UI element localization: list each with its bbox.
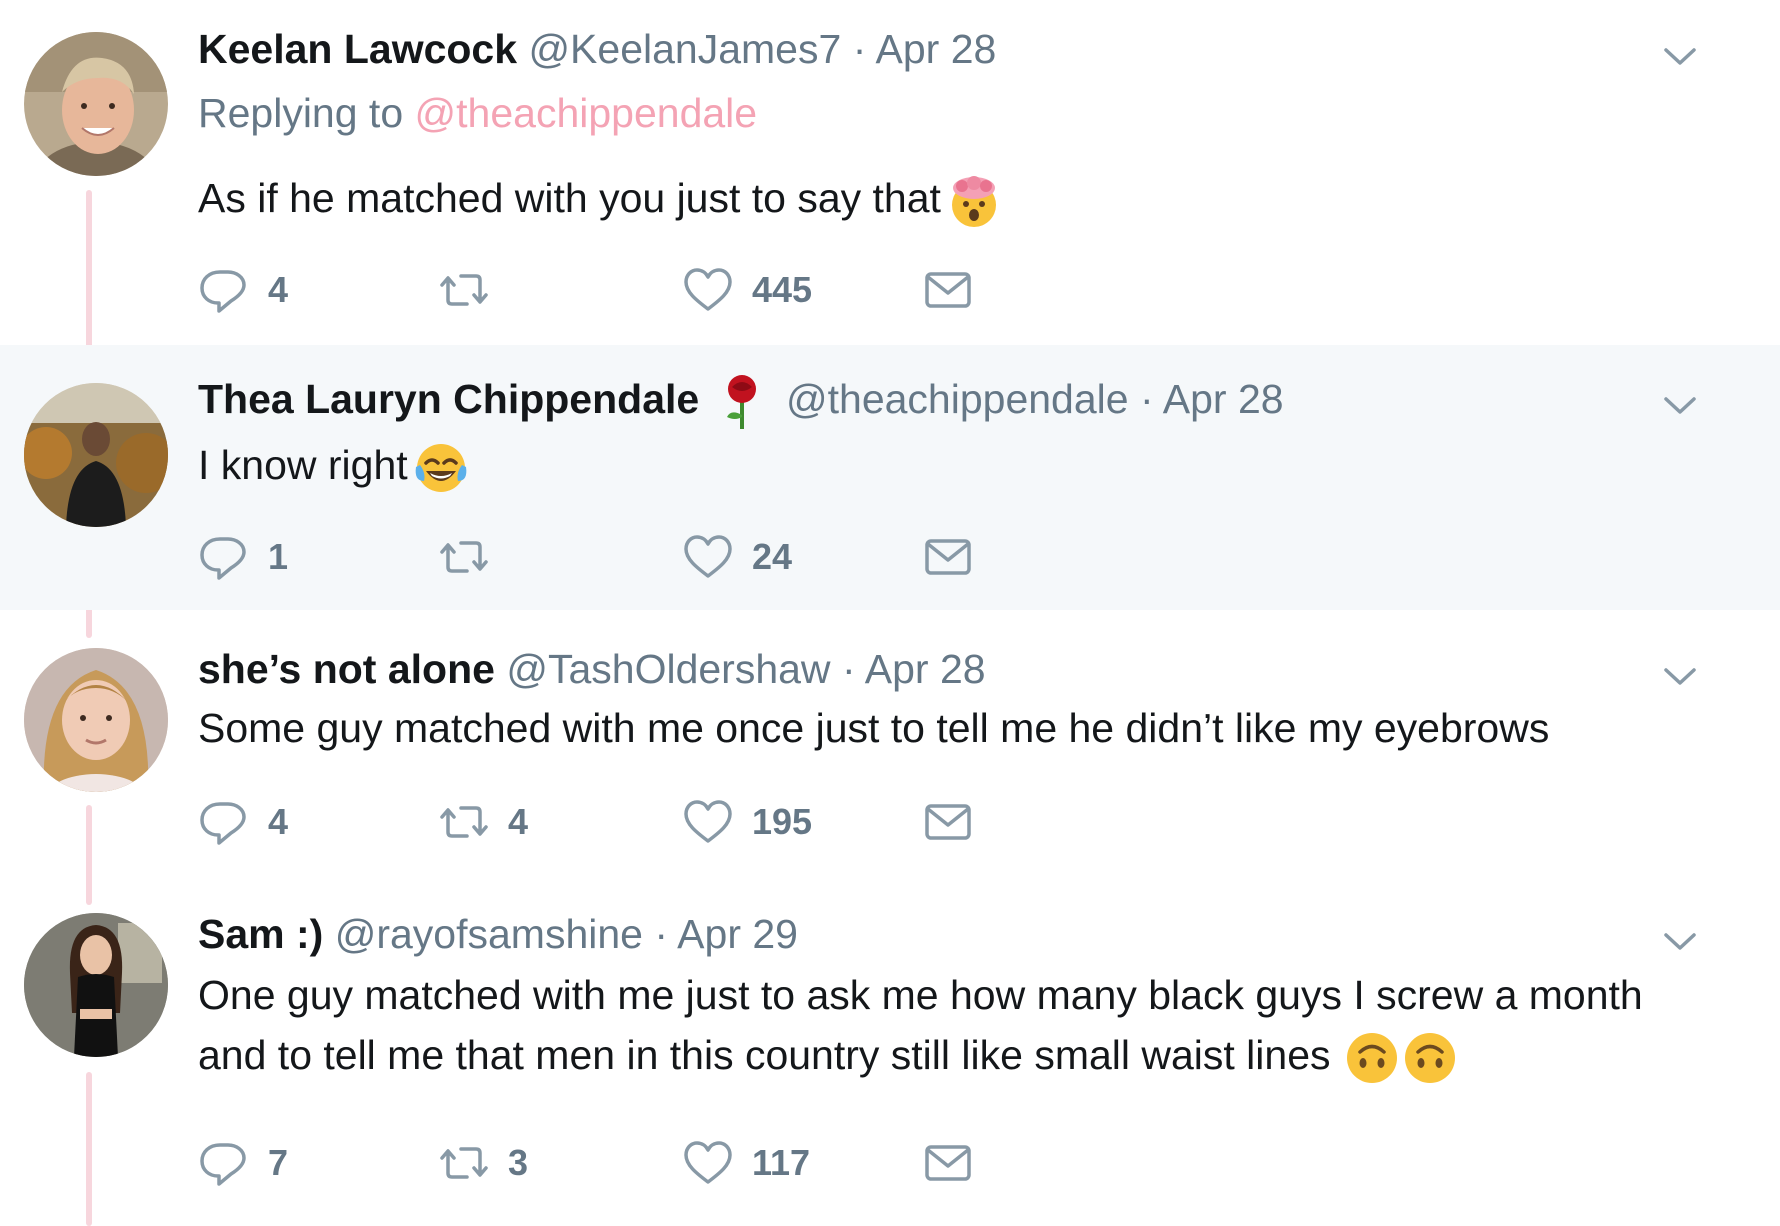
tweet-date[interactable]: Apr 29 <box>677 911 798 957</box>
separator-dot: · <box>1139 375 1154 422</box>
mention-link[interactable]: @theachippendale <box>415 90 758 136</box>
retweet-button[interactable] <box>438 262 490 318</box>
tweet-header: Thea Lauryn Chippendale @theachippendale… <box>198 375 1284 429</box>
tears-of-joy-emoji <box>414 441 468 495</box>
like-button[interactable]: 445 <box>682 262 812 318</box>
direct-message-button[interactable] <box>922 262 974 318</box>
tweet-text-content: As if he matched with you just to say th… <box>198 175 941 221</box>
tweet-text: Some guy matched with me once just to te… <box>198 698 1549 758</box>
avatar[interactable] <box>24 383 168 527</box>
reply-icon <box>198 531 250 583</box>
retweet-icon <box>438 531 490 583</box>
tweet-text-line: and to tell me that men in this country … <box>198 1025 1643 1085</box>
upside-down-face-emoji <box>1403 1031 1457 1085</box>
display-name[interactable]: Sam :) <box>198 911 323 957</box>
reply-button[interactable]: 7 <box>198 1135 288 1191</box>
user-handle[interactable]: @KeelanJames7 <box>528 26 841 72</box>
like-button[interactable]: 117 <box>682 1135 810 1191</box>
exploding-head-emoji <box>947 174 1001 228</box>
tweet-text: I know right <box>198 435 468 495</box>
like-count: 117 <box>752 1142 811 1183</box>
tweet-text-content: and to tell me that men in this country … <box>198 1032 1331 1078</box>
retweet-icon <box>438 1137 490 1189</box>
heart-icon <box>682 796 734 848</box>
retweet-icon <box>438 796 490 848</box>
direct-message-button[interactable] <box>922 794 974 850</box>
user-handle[interactable]: @rayofsamshine <box>335 911 643 957</box>
retweet-count: 3 <box>508 1142 529 1183</box>
tweet-header: Keelan Lawcock @KeelanJames7 · Apr 28 <box>198 26 996 73</box>
retweet-button[interactable] <box>438 529 490 585</box>
separator-dot: · <box>654 911 669 957</box>
mail-icon <box>922 531 974 583</box>
direct-message-button[interactable] <box>922 1135 974 1191</box>
separator-dot: · <box>841 646 856 692</box>
tweet-text: One guy matched with me just to ask me h… <box>198 965 1643 1085</box>
upside-down-face-emoji <box>1345 1031 1399 1085</box>
tweet-actions: 4 4 195 <box>198 794 1198 850</box>
like-count: 195 <box>752 801 813 842</box>
chevron-down-icon[interactable] <box>1660 385 1700 425</box>
reply-icon <box>198 796 250 848</box>
tweet-text-line: One guy matched with me just to ask me h… <box>198 972 1643 1018</box>
retweet-button[interactable]: 3 <box>438 1135 528 1191</box>
tweet-header: Sam :) @rayofsamshine · Apr 29 <box>198 911 798 958</box>
tweet-text-content: Some guy matched with me once just to te… <box>198 705 1550 751</box>
display-name[interactable]: Keelan Lawcock <box>198 26 517 72</box>
tweet[interactable]: Sam :) @rayofsamshine · Apr 29 One guy m… <box>0 875 1780 1226</box>
tweet-date[interactable]: Apr 28 <box>865 646 986 692</box>
direct-message-button[interactable] <box>922 529 974 585</box>
tweet-text-content: I know right <box>198 442 408 488</box>
display-name[interactable]: Thea Lauryn Chippendale <box>198 376 699 422</box>
heart-icon <box>682 264 734 316</box>
tweet[interactable]: she’s not alone @TashOldershaw · Apr 28 … <box>0 610 1780 875</box>
reply-count: 4 <box>268 269 289 310</box>
replying-to-label: Replying to <box>198 90 404 136</box>
reply-button[interactable]: 4 <box>198 262 288 318</box>
avatar[interactable] <box>24 648 168 792</box>
avatar[interactable] <box>24 32 168 176</box>
tweet[interactable]: Thea Lauryn Chippendale @theachippendale… <box>0 345 1780 610</box>
separator-dot: · <box>852 26 867 72</box>
mail-icon <box>922 264 974 316</box>
like-count: 24 <box>752 536 793 577</box>
retweet-icon <box>438 264 490 316</box>
user-handle[interactable]: @theachippendale <box>786 376 1129 422</box>
tweet-actions: 1 24 <box>198 529 1198 585</box>
like-count: 445 <box>752 269 813 310</box>
chevron-down-icon[interactable] <box>1660 921 1700 961</box>
chevron-down-icon[interactable] <box>1660 36 1700 76</box>
avatar[interactable] <box>24 913 168 1057</box>
user-handle[interactable]: @TashOldershaw <box>506 646 830 692</box>
replying-to: Replying to @theachippendale <box>198 90 757 137</box>
like-button[interactable]: 24 <box>682 529 792 585</box>
tweet[interactable]: Keelan Lawcock @KeelanJames7 · Apr 28 Re… <box>0 0 1780 345</box>
rose-emoji <box>719 375 765 429</box>
tweet-date[interactable]: Apr 28 <box>876 26 997 72</box>
mail-icon <box>922 796 974 848</box>
retweet-count: 4 <box>508 801 529 842</box>
tweet-text: As if he matched with you just to say th… <box>198 168 1001 228</box>
reply-button[interactable]: 1 <box>198 529 288 585</box>
retweet-button[interactable]: 4 <box>438 794 528 850</box>
display-name[interactable]: she’s not alone <box>198 646 495 692</box>
heart-icon <box>682 531 734 583</box>
reply-count: 4 <box>268 801 289 842</box>
reply-icon <box>198 1137 250 1189</box>
tweet-actions: 4 445 <box>198 262 1198 318</box>
reply-icon <box>198 264 250 316</box>
tweet-date[interactable]: Apr 28 <box>1163 376 1284 422</box>
tweet-actions: 7 3 117 <box>198 1135 1198 1191</box>
reply-button[interactable]: 4 <box>198 794 288 850</box>
tweet-header: she’s not alone @TashOldershaw · Apr 28 <box>198 646 986 693</box>
like-button[interactable]: 195 <box>682 794 812 850</box>
reply-count: 1 <box>268 536 289 577</box>
heart-icon <box>682 1137 734 1189</box>
mail-icon <box>922 1137 974 1189</box>
chevron-down-icon[interactable] <box>1660 656 1700 696</box>
reply-count: 7 <box>268 1142 289 1183</box>
